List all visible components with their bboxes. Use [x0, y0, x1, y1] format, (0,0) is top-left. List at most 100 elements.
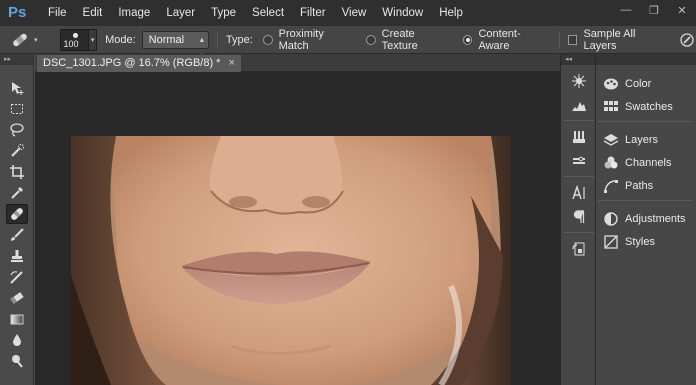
panel-label: Channels [625, 157, 672, 169]
blur-tool[interactable] [6, 330, 28, 350]
paths-panel-tab[interactable]: Paths [600, 176, 692, 196]
histogram-panel-button[interactable] [569, 96, 589, 114]
tools-panel-header[interactable]: ▸▸ [0, 54, 33, 65]
type-content-aware-radio[interactable]: Content-Aware [462, 27, 551, 52]
minimize-button[interactable]: — [612, 0, 640, 20]
mode-label: Mode: [105, 33, 136, 46]
sample-all-layers-label: Sample All Layers [583, 27, 636, 52]
panel-label: Layers [625, 134, 659, 146]
sample-all-layers-checkbox[interactable]: Sample All Layers [567, 27, 671, 52]
paths-pen-icon [603, 178, 619, 194]
panel-dock-header[interactable] [596, 54, 696, 65]
panel-label: Swatches [625, 101, 673, 113]
color-panel-tab[interactable]: Color [600, 74, 692, 94]
menu-help[interactable]: Help [431, 0, 471, 26]
options-divider [558, 30, 560, 49]
tool-preset-picker[interactable]: ▾ [10, 29, 46, 51]
paragraph-panel-button[interactable] [569, 208, 589, 226]
document-tab[interactable]: DSC_1301.JPG @ 16.7% (RGB/8) * × [37, 55, 241, 72]
rect-marquee-icon [11, 104, 23, 114]
layers-panel-tab[interactable]: Layers [600, 130, 692, 150]
brush-presets-panel-button[interactable] [569, 128, 589, 146]
quick-selection-tool[interactable] [6, 141, 28, 161]
portrait-photo [71, 136, 511, 385]
spot-healing-brush-tool[interactable] [6, 204, 28, 224]
bandage-icon [13, 33, 27, 46]
channels-circles-icon [603, 155, 619, 171]
options-divider [216, 30, 218, 49]
narrow-dock-header[interactable]: ◂◂ [561, 54, 595, 65]
eraser-tool[interactable] [6, 288, 28, 308]
menu-bar: Ps File Edit Image Layer Type Select Fil… [0, 0, 696, 26]
type-option-label: Content-Aware [478, 27, 521, 52]
type-option-label: Proximity Match [278, 27, 324, 52]
stamp-icon [11, 250, 23, 262]
tool-presets-panel-button[interactable] [569, 152, 589, 170]
menu-type[interactable]: Type [203, 0, 244, 26]
history-brush-tool[interactable] [6, 267, 28, 287]
dock-divider [564, 232, 594, 233]
drop-icon [13, 334, 21, 346]
radio-circle-icon [365, 34, 376, 45]
lasso-icon [10, 123, 24, 137]
type-label: Type: [225, 33, 253, 46]
marquee-tool[interactable] [6, 99, 28, 119]
panel-label: Paths [625, 180, 654, 192]
crop-tool[interactable] [6, 162, 28, 182]
dock-divider [564, 120, 594, 121]
type-option-label: Create Texture [381, 27, 418, 52]
type-proximity-match-radio[interactable]: Proximity Match [262, 27, 356, 52]
lasso-tool[interactable] [6, 120, 28, 140]
brush-tool[interactable] [6, 225, 28, 245]
dock-divider [564, 176, 594, 177]
tools-panel: ▸▸ [0, 54, 34, 385]
menu-select[interactable]: Select [244, 0, 292, 26]
styles-fx-icon [603, 234, 619, 250]
swatches-grid-icon [603, 99, 619, 115]
menu-window[interactable]: Window [374, 0, 431, 26]
pressure-size-button[interactable] [678, 31, 696, 49]
swatches-panel-tab[interactable]: Swatches [600, 97, 692, 117]
close-button[interactable]: ✕ [668, 0, 696, 20]
panel-label: Color [625, 78, 652, 90]
brush-size-picker[interactable]: 100 [59, 28, 90, 51]
radio-circle-selected-icon [462, 34, 473, 45]
close-tab-icon[interactable]: × [228, 55, 234, 72]
menu-edit[interactable]: Edit [75, 0, 111, 26]
styles-panel-tab[interactable]: Styles [600, 232, 692, 252]
restore-button[interactable]: ❐ [640, 0, 668, 20]
mode-value: Normal [148, 33, 185, 46]
panel-group-divider [598, 200, 692, 201]
adjustments-panel-tab[interactable]: Adjustments [600, 209, 692, 229]
navigator-panel-button[interactable] [569, 72, 589, 90]
channels-panel-tab[interactable]: Channels [600, 153, 692, 173]
menu-view[interactable]: View [334, 0, 375, 26]
eyedropper-tool[interactable] [6, 183, 28, 203]
canvas-area[interactable] [35, 72, 560, 385]
menu-file[interactable]: File [40, 0, 75, 26]
eraser-icon [10, 292, 24, 304]
brush-size-value: 100 [63, 38, 79, 49]
menu-filter[interactable]: Filter [292, 0, 334, 26]
mode-select[interactable]: Normal ▴▾ [141, 30, 209, 60]
move-tool[interactable] [6, 78, 28, 98]
menu-layer[interactable]: Layer [158, 0, 203, 26]
gradient-icon [10, 314, 24, 325]
menu-image[interactable]: Image [110, 0, 158, 26]
clone-stamp-tool[interactable] [6, 246, 28, 266]
dodge-tool[interactable] [6, 351, 28, 371]
window-controls: — ❐ ✕ [612, 0, 696, 20]
document-image[interactable] [71, 136, 511, 385]
pen-pressure-icon [680, 32, 694, 47]
eyedropper-icon [11, 187, 23, 199]
panel-dock: Color Swatches Layers Channels Paths Adj… [596, 54, 696, 385]
gradient-tool[interactable] [6, 309, 28, 329]
clone-source-panel-button[interactable] [569, 240, 589, 258]
quick-selection-brush-icon [11, 144, 24, 157]
brush-picker-caret-icon[interactable]: ▾ [89, 28, 98, 51]
pilcrow-icon [573, 210, 585, 223]
photoshop-logo: Ps [8, 4, 27, 21]
dodge-magnifier-icon [12, 355, 23, 368]
type-create-texture-radio[interactable]: Create Texture [365, 27, 453, 52]
character-panel-button[interactable] [569, 184, 589, 202]
